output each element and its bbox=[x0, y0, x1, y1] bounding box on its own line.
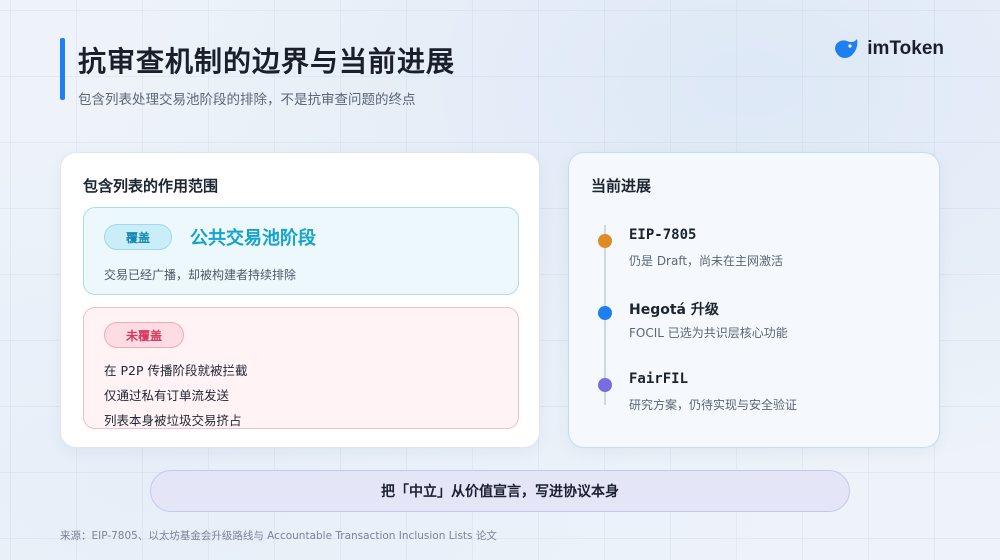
timeline-dot-purple bbox=[598, 378, 612, 392]
uncovered-item: 在 P2P 传播阶段就被拦截 bbox=[104, 363, 248, 378]
slide-title: 抗审查机制的边界与当前进展 bbox=[78, 45, 456, 78]
timeline-item-title: EIP-7805 bbox=[629, 227, 697, 243]
conclusion-banner: 把「中立」从价值宣言，写进协议本身 bbox=[150, 470, 850, 512]
timeline-item-description: 仍是 Draft，尚未在主网激活 bbox=[629, 254, 784, 268]
covered-box: 覆盖 公共交易池阶段 交易已经广播，却被构建者持续排除 bbox=[83, 207, 519, 295]
uncovered-badge: 未覆盖 bbox=[104, 322, 184, 348]
timeline-item-description: FOCIL 已选为共识层核心功能 bbox=[629, 326, 788, 340]
progress-card: 当前进展 EIP-7805 仍是 Draft，尚未在主网激活 Hegotá 升级… bbox=[568, 152, 940, 448]
progress-card-title: 当前进展 bbox=[591, 177, 652, 195]
scope-card: 包含列表的作用范围 覆盖 公共交易池阶段 交易已经广播，却被构建者持续排除 未覆… bbox=[60, 152, 540, 448]
timeline-item-title: Hegotá 升级 bbox=[629, 302, 719, 318]
uncovered-item: 仅通过私有订单流发送 bbox=[104, 388, 230, 403]
imtoken-logo-icon bbox=[835, 39, 858, 58]
scope-card-title: 包含列表的作用范围 bbox=[83, 177, 219, 195]
uncovered-item: 列表本身被垃圾交易挤占 bbox=[104, 413, 242, 428]
covered-description: 交易已经广播，却被构建者持续排除 bbox=[104, 268, 297, 282]
source-footnote: 来源：EIP-7805、以太坊基金会升级路线与 Accountable Tran… bbox=[60, 530, 497, 542]
title-accent-bar bbox=[60, 38, 65, 100]
timeline-dot-orange bbox=[598, 234, 612, 248]
slide-subtitle: 包含列表处理交易池阶段的排除，不是抗审查问题的终点 bbox=[78, 92, 416, 108]
timeline-item-title: FairFIL bbox=[629, 371, 689, 387]
timeline-dot-blue bbox=[598, 306, 612, 320]
logo-text: imToken bbox=[867, 38, 944, 59]
covered-badge: 覆盖 bbox=[104, 224, 172, 250]
covered-heading: 公共交易池阶段 bbox=[190, 228, 316, 249]
timeline-item-description: 研究方案，仍待实现与安全验证 bbox=[629, 398, 798, 412]
imtoken-logo: imToken bbox=[833, 38, 944, 60]
uncovered-box: 未覆盖 在 P2P 传播阶段就被拦截 仅通过私有订单流发送 列表本身被垃圾交易挤… bbox=[83, 307, 519, 429]
